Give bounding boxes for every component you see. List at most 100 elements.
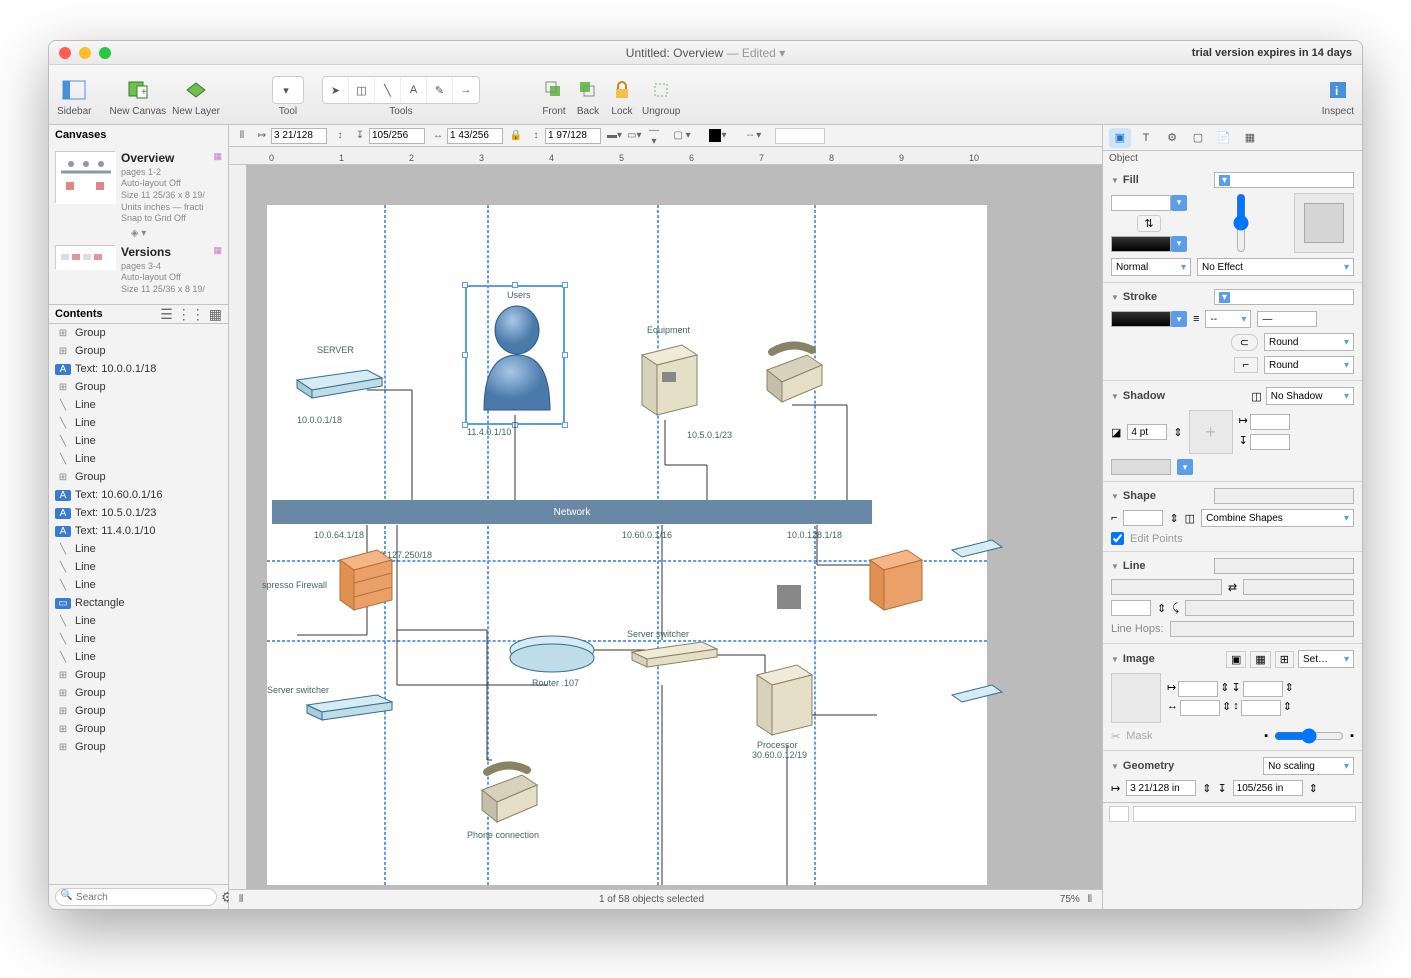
current-tool[interactable]: ▾ Tool [272,76,304,117]
outline-row[interactable]: ╲Line [49,558,228,576]
inspect-toggle[interactable]: i Inspect [1322,76,1354,117]
firewall-shape-2[interactable] [862,545,932,615]
ruler-origin-icon[interactable]: ⫴ [235,130,249,141]
img-h[interactable] [1241,700,1281,716]
expand-tool[interactable]: → [453,77,479,103]
img-x[interactable] [1178,681,1218,697]
outline-row[interactable]: AText: 10.5.0.1/23 [49,504,228,522]
new-layer-button[interactable]: New Layer [172,76,220,117]
outline-row[interactable]: ╲Line [49,612,228,630]
shadow-blur-input[interactable] [1127,424,1167,440]
outline-row[interactable]: ╲Line [49,414,228,432]
canvas-item-overview[interactable]: Overview▦ pages 1-2 Auto-layout Off Size… [49,145,228,228]
lock-button[interactable]: Lock [608,76,636,117]
switcher-shape[interactable] [297,690,397,725]
search-input[interactable] [55,888,217,906]
outline-row[interactable]: ⊞Group [49,702,228,720]
outline-row[interactable]: ╲Line [49,648,228,666]
pen-tool[interactable]: ✎ [427,77,453,103]
outline-row[interactable]: ▭Rectangle [49,594,228,612]
fill-color-1[interactable] [1111,195,1171,211]
line-type-select[interactable] [1214,558,1354,574]
object-tab[interactable]: ▣ [1109,128,1131,148]
combine-shapes-select[interactable]: Combine Shapes [1201,509,1354,527]
canvas[interactable]: Network 1 2 3 4 SERVER 10.0.0.1/18 Users [247,165,1102,889]
fill-type-select[interactable] [1214,172,1354,188]
outline-row[interactable]: AText: 11.4.0.1/10 [49,522,228,540]
document-tab[interactable]: 📄 [1213,128,1235,148]
stroke-type-select[interactable] [1214,289,1354,305]
phone-shape-2[interactable] [467,760,547,830]
fill-effect-select[interactable]: No Effect [1197,258,1354,276]
outline-row[interactable]: ⊞Group [49,684,228,702]
line-cap-select[interactable]: Round [1264,333,1354,351]
gray-rectangle[interactable] [777,585,801,609]
outline-row[interactable]: ⊞Group [49,666,228,684]
type-tab[interactable]: T [1135,128,1157,148]
h-input[interactable] [545,128,601,144]
canvas-item-versions[interactable]: Versions▦ pages 3-4 Auto-layout Off Size… [49,239,228,299]
blend-mode-select[interactable]: Normal [1111,258,1191,276]
img-y[interactable] [1243,681,1283,697]
image-opacity[interactable] [1274,728,1344,744]
switcher-shape-4[interactable] [947,680,1007,715]
swap-colors-icon[interactable]: ⇅ [1137,215,1160,232]
image-tile-icon[interactable]: ▦ [1250,651,1270,668]
processor-shape[interactable] [747,660,817,740]
shadow-color[interactable] [1111,459,1171,475]
shape-select[interactable] [1214,488,1354,504]
list-view-icon[interactable]: ☰ [160,307,173,321]
send-back-button[interactable]: Back [574,76,602,117]
shadow-y[interactable] [1250,434,1290,450]
footer-swatch[interactable] [1109,806,1129,822]
switcher-shape-3[interactable] [947,535,1007,570]
ruler-vertical[interactable] [229,165,247,889]
sidebar-toggle[interactable]: Sidebar [57,76,91,117]
properties-tab[interactable]: ⚙ [1161,128,1183,148]
img-w[interactable] [1180,700,1220,716]
grid-view-icon[interactable]: ▦ [209,307,222,321]
stroke-color[interactable] [1111,311,1171,327]
fill-slider[interactable] [1233,193,1249,253]
outline-row[interactable]: ⊞Group [49,378,228,396]
stepper[interactable]: ⇕ [1169,512,1178,525]
geom-x-input[interactable] [1126,780,1196,796]
image-stretch-icon[interactable]: ⊞ [1275,651,1294,668]
router-shape[interactable] [502,625,602,675]
firewall-shape[interactable] [332,545,402,615]
ungroup-button[interactable]: Ungroup [642,76,680,117]
image-set-select[interactable]: Set… [1298,650,1354,668]
pointer-tool[interactable]: ➤ [323,77,349,103]
outline-row[interactable]: ⊞Group [49,324,228,342]
w-input[interactable] [447,128,503,144]
text-tool[interactable]: A [401,77,427,103]
outline-row[interactable]: ╲Line [49,432,228,450]
swap-ends-icon[interactable]: ⇄ [1228,581,1237,594]
outline-row[interactable]: ╲Line [49,630,228,648]
outline-row[interactable]: ╲Line [49,396,228,414]
outline-row[interactable]: ╲Line [49,576,228,594]
shadow-type-icon[interactable]: ◫ [1251,390,1261,403]
x-input[interactable] [271,128,327,144]
outline-row[interactable]: ⊞Group [49,738,228,756]
shadow-select[interactable]: No Shadow [1266,387,1354,405]
outline-row[interactable]: AText: 10.0.0.1/18 [49,360,228,378]
line-join-select[interactable]: Round [1264,356,1354,374]
zoom-icon[interactable]: ⫴ [1088,894,1092,905]
outline-row[interactable]: ╲Line [49,450,228,468]
stepper-icon[interactable]: ⇕ [1173,426,1182,439]
outline-row[interactable]: ⊞Group [49,468,228,486]
image-fit-icon[interactable]: ▣ [1226,651,1246,668]
footer-input[interactable] [1133,806,1356,822]
y-input[interactable] [369,128,425,144]
window-title[interactable]: Untitled: Overview — Edited ▾ [49,46,1362,60]
outline-row[interactable]: ╲Line [49,540,228,558]
outline-list[interactable]: ⊞Group⊞GroupAText: 10.0.0.1/18⊞Group╲Lin… [49,324,228,884]
geom-y-input[interactable] [1233,780,1303,796]
outline-row[interactable]: AText: 10.60.0.1/16 [49,486,228,504]
edit-points-checkbox[interactable] [1111,532,1124,545]
switcher-shape-2[interactable] [622,637,722,672]
stroke-dash-select[interactable]: -- [1205,310,1251,328]
new-canvas-button[interactable]: + New Canvas [109,76,166,117]
stencils-tab[interactable]: ▦ [1239,128,1261,148]
